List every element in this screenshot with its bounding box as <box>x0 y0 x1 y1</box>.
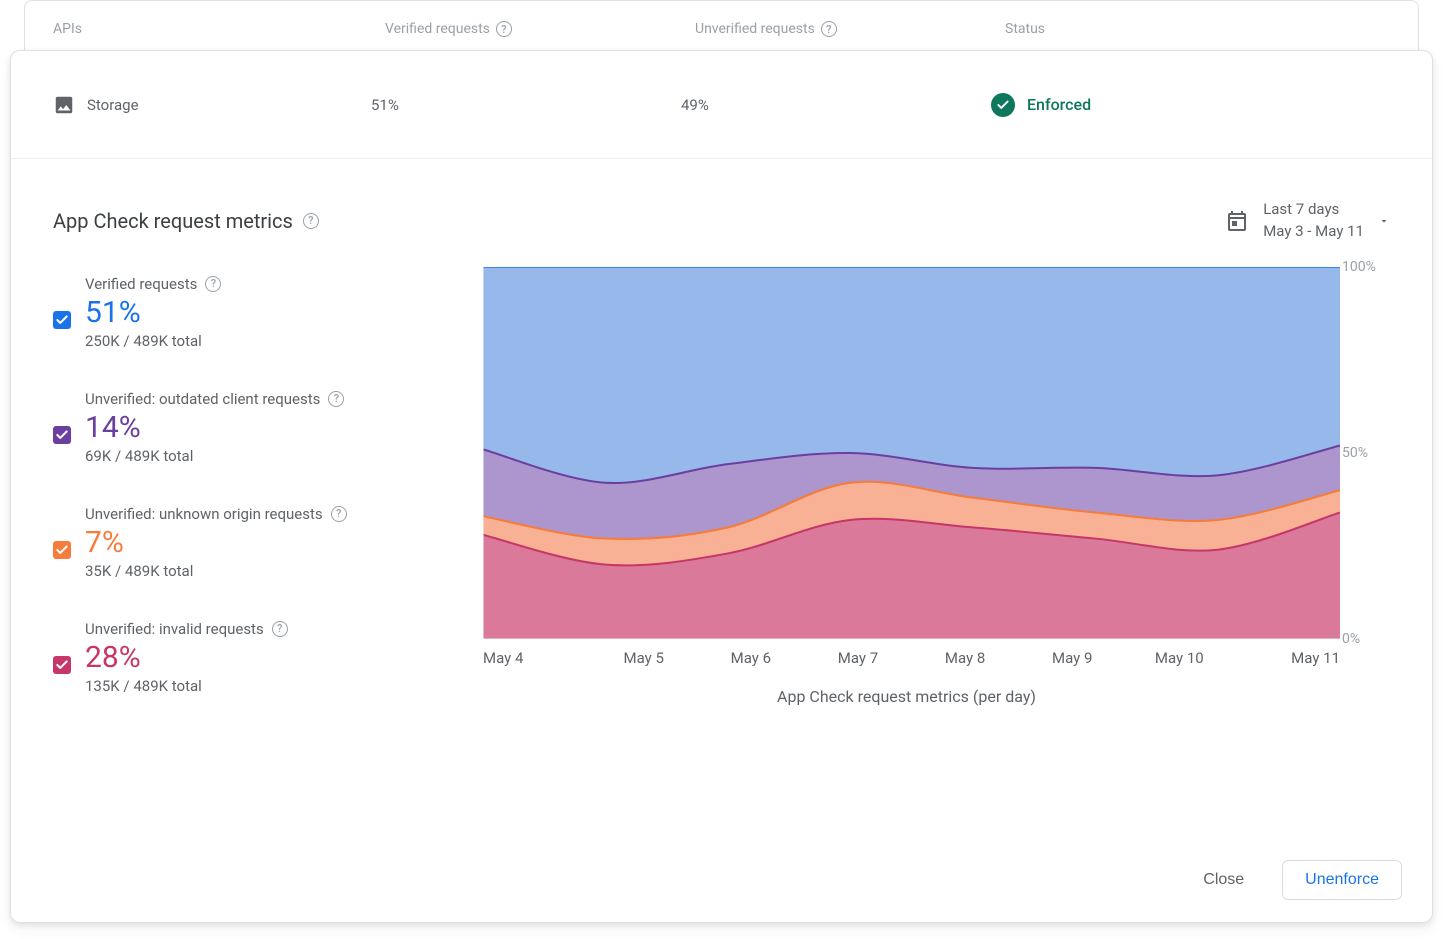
help-icon[interactable] <box>821 21 837 37</box>
x-tick: May 7 <box>804 649 911 667</box>
y-tick: 50% <box>1342 445 1390 461</box>
api-name: Storage <box>87 96 139 114</box>
legend-subtext: 69K / 489K total <box>85 447 473 465</box>
help-icon[interactable] <box>205 276 221 292</box>
x-tick: May 10 <box>1126 649 1233 667</box>
x-tick: May 4 <box>483 649 590 667</box>
legend-percent: 28% <box>85 640 473 675</box>
legend-item-verified: Verified requests 51% 250K / 489K total <box>53 275 473 350</box>
row-unverified-pct: 49% <box>681 96 991 114</box>
chart-x-axis: May 4 May 5 May 6 May 7 May 8 May 9 May … <box>483 639 1340 667</box>
unenforce-button[interactable]: Unenforce <box>1282 860 1402 900</box>
legend-title: Unverified: invalid requests <box>85 620 264 638</box>
dropdown-caret-icon <box>1378 215 1390 227</box>
metrics-chart: 100% 50% 0% May 4 May 5 May 6 May 7 May … <box>473 267 1390 735</box>
header-col-apis: APIs <box>25 21 385 37</box>
legend-subtext: 250K / 489K total <box>85 332 473 350</box>
api-row-storage[interactable]: Storage 51% 49% Enforced <box>11 51 1432 159</box>
metrics-title: App Check request metrics <box>53 209 319 233</box>
legend-checkbox[interactable] <box>53 311 71 329</box>
legend-checkbox[interactable] <box>53 426 71 444</box>
x-tick: May 5 <box>590 649 697 667</box>
status-label: Enforced <box>1027 95 1091 114</box>
y-tick: 100% <box>1342 259 1390 275</box>
x-tick: May 8 <box>912 649 1019 667</box>
header-col-unverified-label: Unverified requests <box>695 21 815 37</box>
legend-item-unknown: Unverified: unknown origin requests 7% 3… <box>53 505 473 580</box>
row-verified-pct: 51% <box>371 96 681 114</box>
help-icon[interactable] <box>303 213 319 229</box>
legend-percent: 14% <box>85 410 473 445</box>
x-tick: May 11 <box>1233 649 1340 667</box>
header-col-unverified: Unverified requests <box>695 21 1005 37</box>
legend-percent: 7% <box>85 525 473 560</box>
legend-subtext: 135K / 489K total <box>85 677 473 695</box>
metrics-panel: Storage 51% 49% Enforced App Check reque… <box>10 50 1433 923</box>
help-icon[interactable] <box>331 506 347 522</box>
x-tick: May 6 <box>697 649 804 667</box>
legend-title: Unverified: outdated client requests <box>85 390 320 408</box>
y-tick: 0% <box>1342 631 1390 647</box>
status-check-icon <box>991 93 1015 117</box>
legend-checkbox[interactable] <box>53 656 71 674</box>
x-tick: May 9 <box>1019 649 1126 667</box>
header-col-status: Status <box>1005 21 1418 37</box>
help-icon[interactable] <box>496 21 512 37</box>
legend-checkbox[interactable] <box>53 541 71 559</box>
legend-subtext: 35K / 489K total <box>85 562 473 580</box>
header-col-verified-label: Verified requests <box>385 21 490 37</box>
area-chart-svg <box>483 267 1340 639</box>
legend-item-invalid: Unverified: invalid requests 28% 135K / … <box>53 620 473 695</box>
chart-caption: App Check request metrics (per day) <box>473 687 1390 706</box>
legend-percent: 51% <box>85 295 473 330</box>
date-range-primary: Last 7 days <box>1263 199 1364 221</box>
header-col-verified: Verified requests <box>385 21 695 37</box>
metrics-title-text: App Check request metrics <box>53 209 293 233</box>
storage-icon <box>53 94 75 116</box>
date-range-secondary: May 3 - May 11 <box>1263 221 1364 243</box>
help-icon[interactable] <box>328 391 344 407</box>
legend-item-outdated: Unverified: outdated client requests 14%… <box>53 390 473 465</box>
calendar-icon <box>1225 209 1249 233</box>
help-icon[interactable] <box>272 621 288 637</box>
chart-y-axis: 100% 50% 0% <box>1342 259 1390 647</box>
close-button[interactable]: Close <box>1193 863 1254 897</box>
legend-title: Unverified: unknown origin requests <box>85 505 323 523</box>
chart-legend: Verified requests 51% 250K / 489K total … <box>53 267 473 735</box>
legend-title: Verified requests <box>85 275 197 293</box>
date-range-picker[interactable]: Last 7 days May 3 - May 11 <box>1225 199 1390 243</box>
